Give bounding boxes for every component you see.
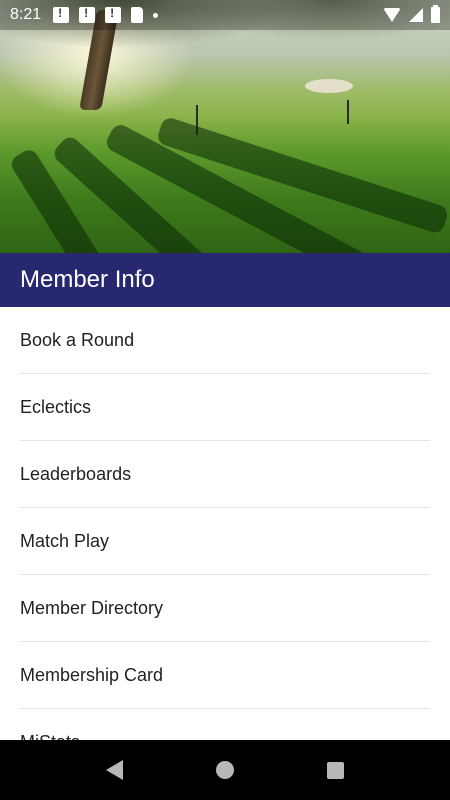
- notification-icon: [105, 6, 122, 23]
- status-left-icons: [53, 6, 159, 23]
- notification-icon: [53, 6, 70, 23]
- dot-icon: [153, 12, 159, 18]
- status-bar: 8:21: [0, 0, 450, 30]
- menu-item-label: Book a Round: [20, 329, 135, 350]
- menu-item-mistats[interactable]: MiStats: [20, 709, 430, 741]
- menu-list[interactable]: Book a Round Eclectics Leaderboards Matc…: [0, 307, 450, 740]
- back-icon[interactable]: [106, 760, 124, 780]
- menu-item-match-play[interactable]: Match Play: [20, 508, 430, 575]
- menu-item-leaderboards[interactable]: Leaderboards: [20, 441, 430, 508]
- menu-item-member-directory[interactable]: Member Directory: [20, 575, 430, 642]
- menu-item-book-a-round[interactable]: Book a Round: [20, 307, 430, 374]
- recents-icon[interactable]: [326, 761, 344, 779]
- flag-pole: [347, 100, 349, 124]
- navigation-bar: [0, 740, 450, 800]
- section-header: Member Info: [0, 253, 450, 307]
- sand-bunker: [305, 79, 353, 93]
- menu-item-label: Eclectics: [20, 396, 92, 417]
- signal-icon: [409, 8, 423, 22]
- status-time: 8:21: [10, 6, 42, 23]
- menu-item-label: Member Directory: [20, 597, 164, 618]
- hero-golf-course-image: [0, 0, 450, 253]
- menu-item-label: Leaderboards: [20, 463, 132, 484]
- menu-item-eclectics[interactable]: Eclectics: [20, 374, 430, 441]
- wifi-icon: [383, 8, 401, 22]
- menu-item-label: Membership Card: [20, 664, 164, 685]
- notification-icon: [79, 6, 96, 23]
- menu-item-label: Match Play: [20, 530, 110, 551]
- battery-icon: [431, 5, 440, 23]
- status-right-icons: [383, 5, 440, 23]
- home-icon[interactable]: [215, 761, 234, 779]
- menu-item-label: MiStats: [20, 732, 80, 741]
- page-title: Member Info: [20, 266, 155, 293]
- menu-item-membership-card[interactable]: Membership Card: [20, 642, 430, 709]
- sd-card-icon: [131, 7, 144, 23]
